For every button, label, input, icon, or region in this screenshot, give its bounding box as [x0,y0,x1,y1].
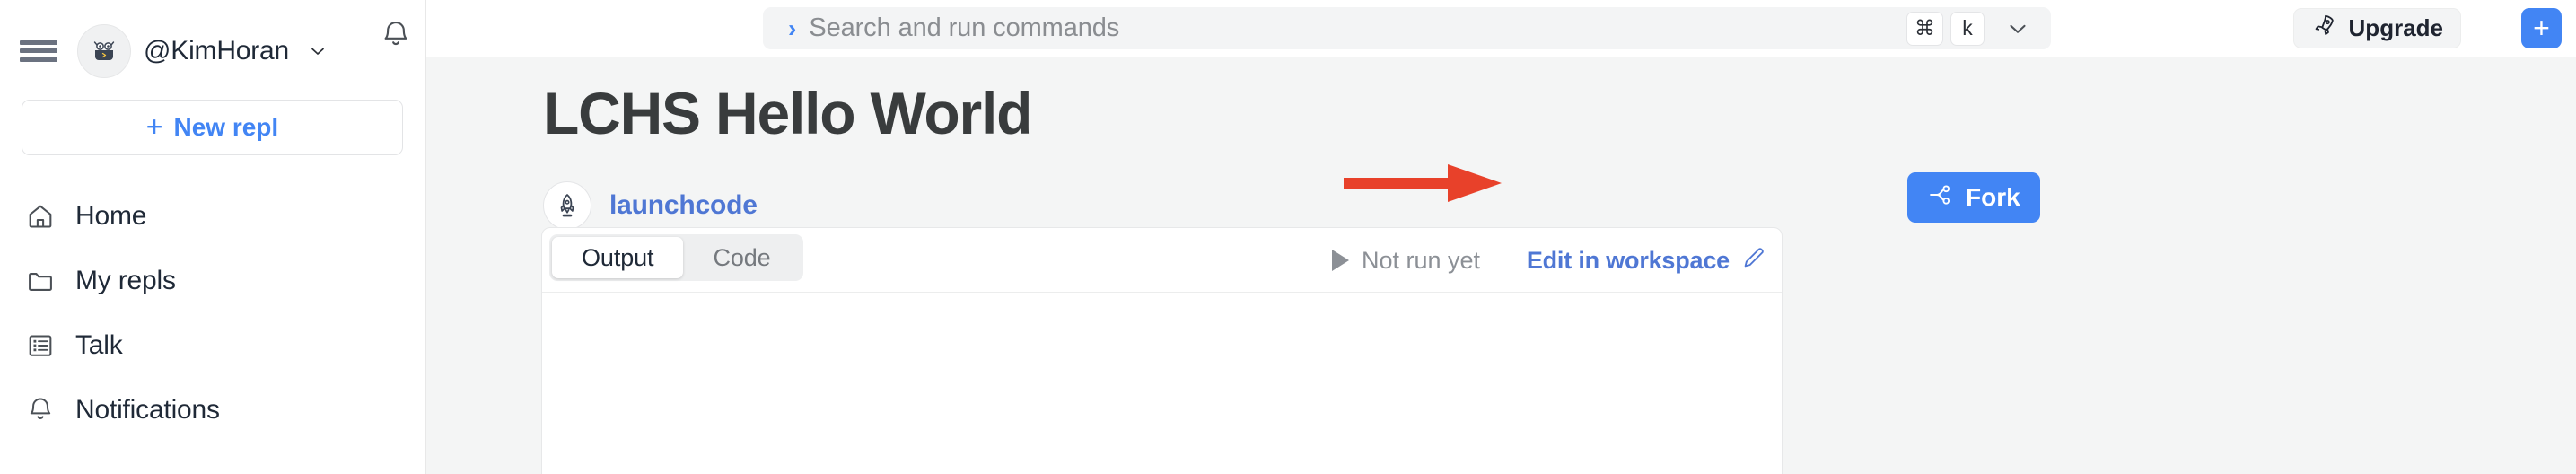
sidebar-item-label: My repls [75,266,176,295]
sidebar-item-label: Home [75,201,147,231]
sidebar-item-talk[interactable]: Talk [0,313,425,378]
bell-icon [384,21,407,46]
bell-icon [25,395,56,426]
content-area: › Search and run commands ⌘ k Upgrade + … [426,0,2576,474]
tab-code[interactable]: Code [683,237,800,278]
app-root: @KimHoran + New repl Home My repls Talk … [0,0,2576,474]
author-row: launchcode [543,181,758,230]
sidebar-item-home[interactable]: Home [0,184,425,249]
author-name-link[interactable]: launchcode [609,190,758,221]
create-new-button[interactable]: + [2521,8,2562,48]
search-input[interactable]: › Search and run commands ⌘ k [763,7,2051,49]
fork-label: Fork [1966,183,2020,211]
folder-icon [25,266,56,296]
rocket-icon [2311,12,2338,45]
new-repl-label: New repl [173,113,279,141]
tab-label: Output [582,243,654,271]
avatar [77,23,131,78]
username-label: @KimHoran [144,35,290,66]
repl-preview-card: Output Code Not run yet Edit in workspac… [541,227,1783,474]
annotation-arrow [1344,164,1502,202]
sidebar-item-label: Notifications [75,395,220,425]
tab-output[interactable]: Output [552,237,684,278]
author-avatar [543,181,591,230]
sidebar-item-my-repls[interactable]: My repls [0,249,425,313]
rocket-icon [560,194,574,217]
sidebar-item-notifications[interactable]: Notifications [0,378,425,443]
fork-button[interactable]: Fork [1907,172,2040,223]
new-repl-button[interactable]: + New repl [22,100,403,155]
plus-icon: + [145,110,163,143]
sidebar-nav: Home My repls Talk Notifications [0,184,425,443]
upgrade-button[interactable]: Upgrade [2292,8,2461,48]
run-status-label: Not run yet [1362,246,1481,274]
plus-icon: + [2533,12,2550,44]
list-board-icon [25,330,56,361]
tab-label: Code [713,243,771,271]
chevron-right-icon: › [788,13,797,42]
git-fork-icon [1927,181,1954,215]
card-toolbar: Output Code Not run yet Edit in workspac… [542,228,1782,293]
view-tabs: Output Code [549,234,803,281]
sidebar-item-label: Talk [75,330,123,360]
kbd-command-key: ⌘ [1906,11,1943,46]
main-panel: LCHS Hello World launchcode Fork Output … [426,57,2576,474]
play-icon [1332,250,1349,271]
notifications-bell-button[interactable] [372,12,419,58]
page-title: LCHS Hello World [543,80,1032,146]
chevron-down-icon [307,40,329,62]
user-menu-button[interactable]: @KimHoran [77,23,329,78]
hamburger-menu-icon[interactable] [20,38,57,65]
upgrade-label: Upgrade [2348,14,2443,41]
output-pane [542,293,1782,474]
chevron-down-icon[interactable] [2004,15,2031,42]
edit-in-workspace-link[interactable]: Edit in workspace [1527,228,1767,293]
home-icon [25,201,56,232]
robot-avatar-icon [93,40,115,60]
pencil-icon [1740,244,1767,277]
sidebar: @KimHoran + New repl Home My repls Talk … [0,0,426,474]
kbd-k-key: k [1950,11,1985,46]
sidebar-header: @KimHoran [0,0,425,101]
search-placeholder: Search and run commands [809,13,1120,42]
edit-in-workspace-label: Edit in workspace [1526,246,1730,274]
run-status[interactable]: Not run yet [1332,228,1480,293]
top-bar: › Search and run commands ⌘ k Upgrade + [426,0,2576,57]
